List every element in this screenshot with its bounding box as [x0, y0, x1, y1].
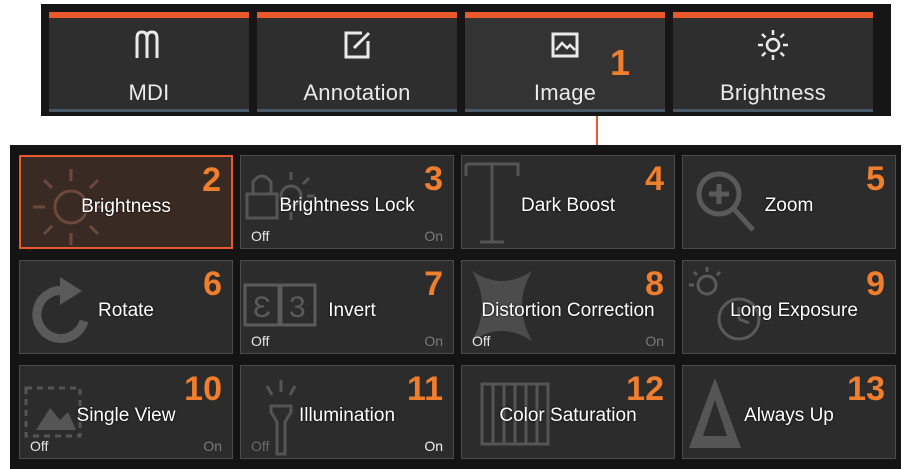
toggle-on-label[interactable]: On [424, 438, 443, 454]
toggle-on-label[interactable]: On [424, 333, 443, 349]
toggle-off-label[interactable]: Off [251, 228, 269, 244]
callout-number: 5 [866, 160, 885, 198]
annotation-icon [257, 28, 457, 62]
callout-number: 9 [866, 265, 885, 303]
menu-item-invert[interactable]: Ɛ 3 Invert 7 Off On [240, 260, 454, 354]
tab-label: MDI [128, 80, 170, 105]
toggle-on-label[interactable]: On [424, 228, 443, 244]
toggle-off-label[interactable]: Off [30, 438, 48, 454]
menu-item-illumination[interactable]: Illumination 11 Off On [240, 365, 454, 459]
menu-item-label: Invert [328, 300, 376, 321]
menu-item-label: Color Saturation [499, 405, 637, 426]
callout-number: 12 [626, 370, 664, 408]
top-tab-bar: MDI Annotation Image Brightness [41, 4, 891, 116]
tab-label: Brightness [720, 80, 826, 105]
menu-item-color-saturation[interactable]: Color Saturation 12 [461, 365, 675, 459]
tab-image[interactable]: Image [465, 12, 665, 112]
tab-brightness[interactable]: Brightness [673, 12, 873, 112]
menu-item-label: Zoom [764, 195, 814, 216]
menu-item-label: Long Exposure [730, 300, 858, 321]
menu-item-rotate[interactable]: Rotate 6 [19, 260, 233, 354]
toggle-on-label[interactable]: On [645, 333, 664, 349]
menu-item-long-exposure[interactable]: Long Exposure 9 [682, 260, 896, 354]
toggle-off-label[interactable]: Off [472, 333, 490, 349]
tab-label: Image [533, 80, 597, 105]
tab-mdi[interactable]: MDI [49, 12, 249, 112]
callout-number: 11 [407, 370, 443, 408]
menu-item-distortion-correction[interactable]: Distortion Correction 8 Off On [461, 260, 675, 354]
callout-number: 6 [203, 265, 222, 303]
tab-annotation[interactable]: Annotation [257, 12, 457, 112]
toggle-off-label[interactable]: Off [251, 333, 269, 349]
callout-number: 10 [184, 370, 222, 408]
menu-item-label: Brightness [81, 196, 171, 217]
menu-item-always-up[interactable]: Always Up 13 [682, 365, 896, 459]
callout-number: 8 [645, 265, 664, 303]
menu-item-label: Dark Boost [521, 195, 615, 216]
image-menu-panel: Brightness 2 Brightness Lock 3 Off On Da… [10, 145, 901, 469]
callout-number: 3 [424, 160, 443, 198]
callout-connector-line [596, 116, 598, 148]
mdi-icon [49, 28, 249, 62]
menu-item-zoom[interactable]: Zoom 5 [682, 155, 896, 249]
toggle-off-label[interactable]: Off [251, 438, 269, 454]
menu-item-label: Rotate [98, 300, 154, 321]
menu-item-label: Distortion Correction [481, 300, 655, 321]
menu-item-dark-boost[interactable]: Dark Boost 4 [461, 155, 675, 249]
toggle-on-label[interactable]: On [203, 438, 222, 454]
sun-icon [673, 28, 873, 62]
callout-number: 1 [610, 42, 631, 83]
menu-item-label: Single View [76, 405, 176, 426]
menu-item-brightness-lock[interactable]: Brightness Lock 3 Off On [240, 155, 454, 249]
menu-item-single-view[interactable]: Single View 10 Off On [19, 365, 233, 459]
callout-number: 2 [202, 161, 221, 199]
menu-item-brightness[interactable]: Brightness 2 [19, 155, 233, 249]
image-icon [465, 28, 665, 62]
menu-item-label: Brightness Lock [279, 195, 415, 216]
callout-number: 7 [424, 265, 443, 303]
tab-label: Annotation [303, 80, 411, 105]
menu-item-label: Always Up [744, 405, 834, 426]
menu-item-label: Illumination [298, 405, 396, 426]
callout-number: 4 [645, 160, 664, 198]
callout-number: 13 [847, 370, 885, 408]
